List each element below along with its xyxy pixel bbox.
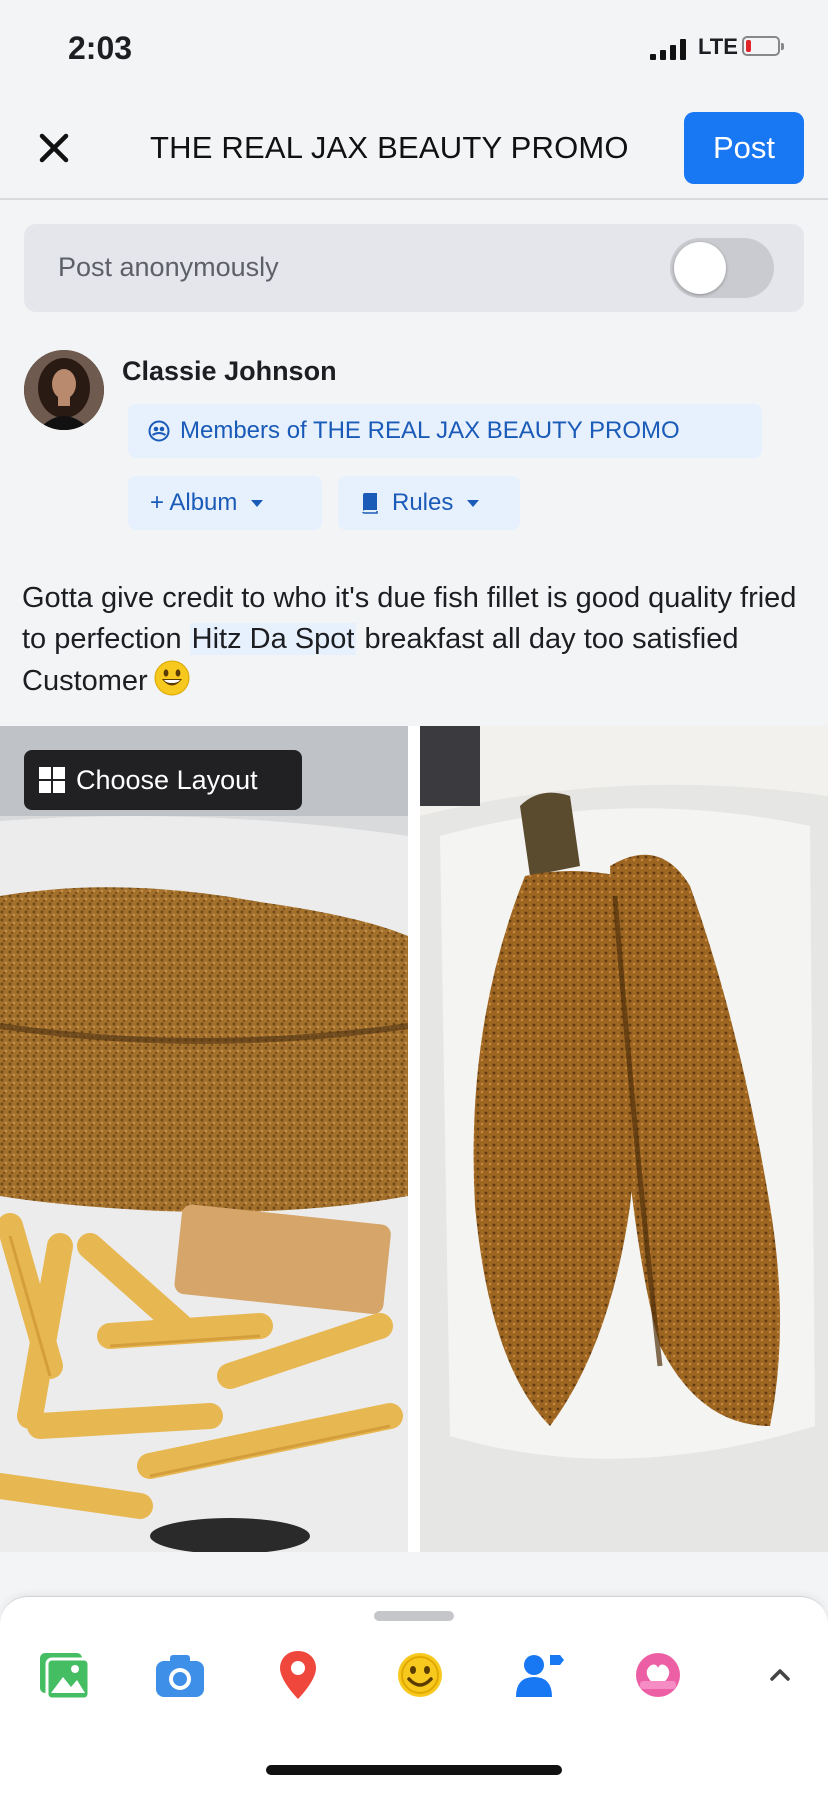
- photo-fish-and-fries[interactable]: Choose Layout: [0, 726, 408, 1552]
- location-icon[interactable]: [270, 1647, 326, 1703]
- audience-selector[interactable]: Members of THE REAL JAX BEAUTY PROMO: [128, 404, 762, 458]
- battery-icon: [742, 36, 784, 56]
- avatar: [24, 350, 104, 430]
- chevron-down-icon: [467, 499, 480, 507]
- close-icon: [39, 133, 69, 163]
- rules-label: Rules: [392, 489, 454, 516]
- anonymous-toggle[interactable]: [670, 238, 774, 298]
- post-anonymously-row[interactable]: Post anonymously: [24, 224, 804, 312]
- camera-icon[interactable]: [152, 1647, 208, 1703]
- composer-toolbar: [0, 1596, 828, 1793]
- chevron-down-icon: [251, 499, 264, 507]
- photo-icon[interactable]: [36, 1647, 92, 1703]
- signal-icon: [650, 38, 686, 60]
- emoji-icon[interactable]: [392, 1647, 448, 1703]
- chevron-up-icon[interactable]: [752, 1647, 808, 1703]
- composer-header: THE REAL JAX BEAUTY PROMO Post: [0, 100, 828, 200]
- sticker-icon[interactable]: [630, 1647, 686, 1703]
- post-anonymously-label: Post anonymously: [58, 252, 279, 282]
- book-icon: [362, 493, 378, 514]
- album-button[interactable]: + Album: [128, 476, 322, 530]
- author-name: Classie Johnson: [122, 356, 337, 386]
- drag-handle[interactable]: [374, 1611, 454, 1621]
- smiley-emoji-icon: [154, 660, 190, 696]
- group-title: THE REAL JAX BEAUTY PROMO: [150, 130, 629, 165]
- photo-grid: Choose Layout: [0, 726, 828, 1552]
- post-button[interactable]: Post: [684, 112, 804, 184]
- close-button[interactable]: [30, 124, 78, 172]
- group-icon: [148, 420, 170, 442]
- album-label: + Album: [150, 489, 238, 516]
- choose-layout-button[interactable]: Choose Layout: [24, 750, 302, 810]
- tag-people-icon[interactable]: [510, 1647, 566, 1703]
- photo-fried-fish[interactable]: [420, 726, 828, 1552]
- status-time: 2:03: [68, 30, 133, 66]
- rules-button[interactable]: Rules: [338, 476, 520, 530]
- post-text[interactable]: Gotta give credit to who it's due fish f…: [22, 578, 812, 702]
- choose-layout-label: Choose Layout: [76, 764, 258, 795]
- home-indicator: [266, 1765, 562, 1775]
- carrier-label: LTE: [698, 34, 738, 59]
- audience-label: Members of THE REAL JAX BEAUTY PROMO: [180, 417, 680, 444]
- tagged-page[interactable]: Hitz Da Spot: [189, 623, 357, 655]
- layout-grid-icon: [39, 767, 65, 793]
